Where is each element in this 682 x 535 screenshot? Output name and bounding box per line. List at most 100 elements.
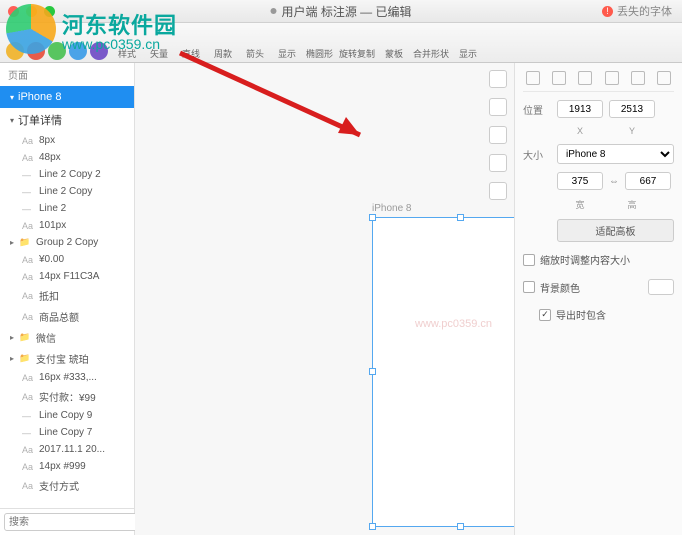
toolbar-shape-colors [6,42,108,60]
layer-item[interactable]: ▸📁支付宝 琥珀 [0,348,134,369]
canvas-tools [486,70,510,200]
align-top-icon[interactable] [605,71,619,85]
resize-handle[interactable] [369,214,376,221]
tool-icon[interactable] [489,182,507,200]
layer-type-icon: — [22,187,34,197]
canvas-watermark: www.pc0359.cn [415,318,492,330]
layer-type-icon: Aa [22,312,34,322]
tool-icon[interactable] [489,126,507,144]
layer-type-icon: Aa [22,392,34,402]
fit-button[interactable]: 适配高板 [557,219,674,242]
canvas[interactable]: iPhone 8 www.pc0359.cn [135,63,514,535]
window-controls [8,6,55,17]
layer-label: 14px #999 [39,461,86,472]
artboard-label[interactable]: iPhone 8 [372,203,411,214]
artboard-group[interactable]: ▾ 订单详情 [0,108,134,132]
color-swatch[interactable] [648,279,674,295]
align-center-icon[interactable] [552,71,566,85]
layer-item[interactable]: Aa抵扣 [0,285,134,306]
align-left-icon[interactable] [526,71,540,85]
missing-font-label: 丢失的字体 [617,3,672,19]
tool-icon[interactable] [489,70,507,88]
layer-item[interactable]: ▸📁微信 [0,327,134,348]
toolbar-button[interactable]: 周款 [210,47,236,60]
checkbox[interactable] [539,309,551,321]
layer-item[interactable]: Aa14px F11C3A [0,268,134,285]
layer-type-icon: Aa [22,445,34,455]
layer-label: Line 2 [39,203,66,214]
color-swatch-icon[interactable] [6,42,24,60]
bg-color-row[interactable]: 背景颜色 [523,277,674,297]
toolbar-button[interactable]: 显示 [455,47,481,60]
layer-label: 14px F11C3A [39,271,99,282]
toolbar-button[interactable]: 旋转复制 [339,47,375,60]
checkbox[interactable] [523,281,535,293]
dimensions-row: ⇔ [523,172,674,190]
color-swatch-icon[interactable] [69,42,87,60]
toolbar-button[interactable]: 矢量 [146,47,172,60]
close-icon[interactable] [8,6,19,17]
align-right-icon[interactable] [578,71,592,85]
pages-header[interactable]: 页面 [0,63,134,86]
toolbar-button[interactable]: 直线 [178,47,204,60]
layer-item[interactable]: —Line 2 Copy [0,183,134,200]
layer-item[interactable]: —Line 2 [0,200,134,217]
layer-item[interactable]: Aa48px [0,149,134,166]
layer-item[interactable]: Aa 商品总额 [0,306,134,327]
toolbar-button[interactable]: 蒙板 [381,47,407,60]
tool-icon[interactable] [489,154,507,172]
toolbar-button[interactable]: 椭圆形 [306,47,333,60]
layer-label: Group 2 Copy [36,237,98,248]
align-middle-icon[interactable] [631,71,645,85]
resize-content-row[interactable]: 缩放时调整内容大小 [523,250,674,269]
layer-type-icon: Aa [22,221,34,231]
artboard[interactable] [372,217,514,527]
search-input[interactable] [4,513,146,531]
x-input[interactable] [557,100,603,118]
toolbar-button[interactable]: 合并形状 [413,47,449,60]
resize-handle[interactable] [369,368,376,375]
layer-item[interactable]: —Line Copy 7 [0,424,134,441]
layer-type-icon: Aa [22,153,34,163]
lock-aspect-icon[interactable]: ⇔ [609,176,619,187]
align-bottom-icon[interactable] [657,71,671,85]
bg-color-label: 背景颜色 [540,280,580,295]
toolbar-button[interactable]: 样式 [114,47,140,60]
layer-item[interactable]: —Line Copy 9 [0,407,134,424]
layer-type-icon: — [22,428,34,438]
resize-handle[interactable] [369,523,376,530]
layer-item[interactable]: Aa14px #999 [0,458,134,475]
toolbar-button[interactable]: 箭头 [242,47,268,60]
toolbar-button[interactable]: 显示 [274,47,300,60]
height-input[interactable] [625,172,671,190]
layer-item[interactable]: Aa¥0.00 [0,251,134,268]
width-input[interactable] [557,172,603,190]
layer-item[interactable]: Aa支付方式 [0,475,134,496]
resize-handle[interactable] [457,523,464,530]
layer-label: 实付款：¥99 [39,389,96,404]
include-export-row[interactable]: 导出时包含 [523,305,674,324]
tool-icon[interactable] [489,98,507,116]
device-select[interactable]: iPhone 8 [557,144,674,164]
page-name: iPhone 8 [18,91,61,103]
layer-item[interactable]: Aa8px [0,132,134,149]
maximize-icon[interactable] [44,6,55,17]
y-input[interactable] [609,100,655,118]
layer-item[interactable]: Aa 实付款：¥99 [0,386,134,407]
layer-item[interactable]: —Line 2 Copy 2 [0,166,134,183]
checkbox[interactable] [523,254,535,266]
layer-item[interactable]: Aa16px #333,... [0,369,134,386]
layer-item[interactable]: Aa2017.11.1 20... [0,441,134,458]
color-swatch-icon[interactable] [90,42,108,60]
minimize-icon[interactable] [26,6,37,17]
resize-handle[interactable] [457,214,464,221]
layer-item[interactable]: ▸📁Group 2 Copy [0,234,134,251]
layer-type-icon: Aa [22,373,34,383]
color-swatch-icon[interactable] [48,42,66,60]
color-swatch-icon[interactable] [27,42,45,60]
selected-page[interactable]: ▾ iPhone 8 [0,86,134,108]
layer-label: 商品总额 [39,309,79,324]
layer-item[interactable]: Aa101px [0,217,134,234]
missing-font-indicator[interactable]: ! 丢失的字体 [602,3,672,19]
warning-icon: ! [602,6,613,17]
